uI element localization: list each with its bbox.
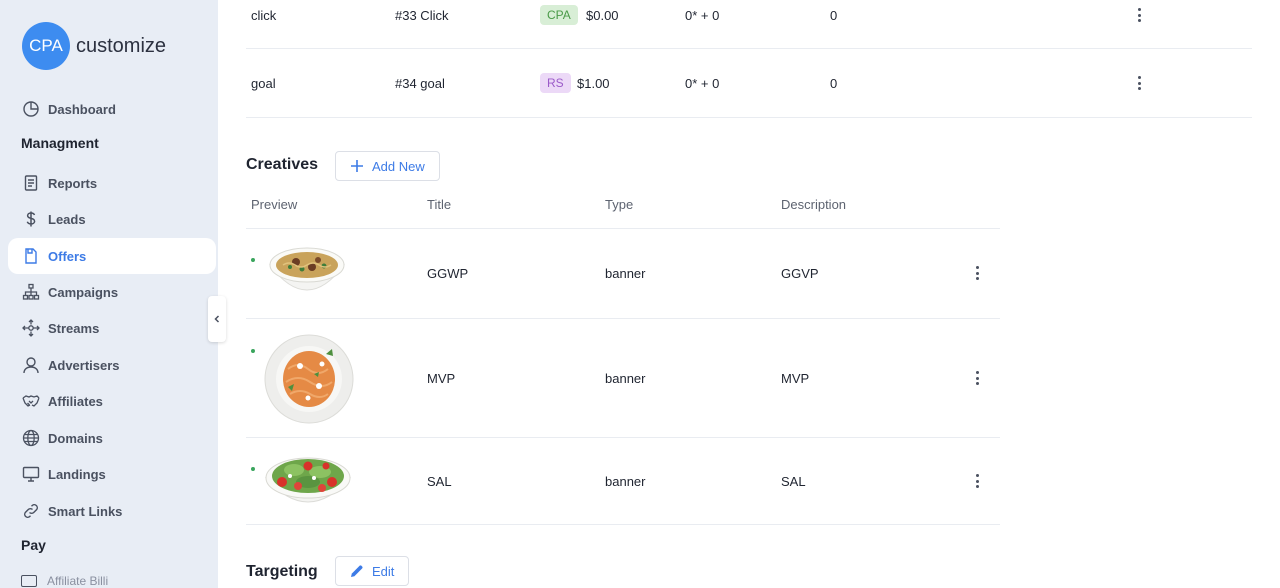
globe-icon: [21, 429, 40, 448]
goal-formula: 0* + 0: [685, 8, 720, 23]
user-icon: [21, 356, 40, 375]
sidebar-item-label: Advertisers: [48, 357, 120, 373]
creative-title: SAL: [427, 474, 452, 489]
sidebar-item-affiliate-billing[interactable]: Affiliate Billi: [21, 574, 108, 588]
pie-chart-icon: [21, 100, 40, 119]
add-new-label: Add New: [372, 158, 425, 174]
sidebar-item-streams[interactable]: Streams: [8, 310, 216, 346]
creatives-title: Creatives: [246, 156, 319, 173]
goal-formula: 0* + 0: [685, 76, 720, 91]
offer-doc-icon: [21, 247, 40, 266]
sidebar-item-landings[interactable]: Landings: [8, 456, 216, 492]
creative-description: MVP: [781, 371, 810, 386]
column-header-description: Description: [781, 197, 847, 212]
goal-type-badge: CPA: [540, 5, 578, 25]
sidebar-item-label: Affiliates: [48, 393, 103, 409]
billing-icon: [21, 575, 37, 587]
section-management: Managment: [21, 135, 99, 151]
sidebar-item-advertisers[interactable]: Advertisers: [8, 347, 216, 383]
creative-type: banner: [605, 474, 646, 489]
creative-description: GGVP: [781, 266, 819, 281]
divider: [246, 228, 1000, 229]
goal-id: #34 goal: [395, 76, 445, 91]
logo-badge: CPA: [22, 22, 70, 70]
goal-count: 0: [830, 8, 838, 23]
salad-bowl-image: [264, 457, 352, 503]
sidebar-item-label: Smart Links: [48, 503, 123, 519]
edit-label: Edit: [372, 563, 395, 579]
add-new-creative-button[interactable]: Add New: [335, 151, 440, 181]
sidebar-item-label: Campaigns: [48, 284, 119, 300]
report-icon: [21, 174, 40, 193]
sidebar-item-label: Affiliate Billi: [47, 574, 109, 588]
goal-name: goal: [251, 76, 276, 91]
pasta-plate-image: [264, 334, 354, 424]
divider: [246, 437, 1000, 438]
sidebar-item-offers[interactable]: Offers: [8, 238, 216, 274]
collapse-sidebar-button[interactable]: [208, 296, 226, 342]
sidebar: CPA customize Dashboard Managment Report…: [0, 0, 218, 588]
row-menu-icon[interactable]: [1132, 6, 1146, 24]
sidebar-item-label: Streams: [48, 320, 100, 336]
sidebar-item-domains[interactable]: Domains: [8, 420, 216, 456]
creative-description: SAL: [781, 474, 806, 489]
dollar-icon: [21, 210, 40, 229]
row-menu-icon[interactable]: [970, 264, 984, 282]
link-icon: [21, 502, 40, 521]
sidebar-item-label: Offers: [48, 248, 87, 264]
creative-title: MVP: [427, 371, 456, 386]
goal-id: #33 Click: [395, 8, 449, 23]
logo-text: customize: [76, 34, 167, 57]
handshake-icon: [21, 392, 40, 411]
column-header-title: Title: [427, 197, 452, 212]
plus-icon: [351, 160, 363, 172]
divider: [246, 524, 1000, 525]
noodle-bowl-image: [269, 247, 345, 291]
sidebar-item-label: Leads: [48, 211, 86, 227]
row-menu-icon[interactable]: [1132, 74, 1146, 92]
column-header-preview: Preview: [251, 197, 298, 212]
logo[interactable]: CPA customize: [22, 22, 166, 70]
app: CPA customize Dashboard Managment Report…: [0, 0, 1280, 588]
goal-count: 0: [830, 76, 838, 91]
pencil-icon: [351, 565, 363, 577]
chevron-left-icon: [214, 315, 220, 323]
divider: [246, 117, 1252, 118]
sidebar-item-smart-links[interactable]: Smart Links: [8, 493, 216, 529]
streams-icon: [21, 319, 40, 338]
hierarchy-icon: [21, 283, 40, 302]
creative-type: banner: [605, 266, 646, 281]
divider: [246, 318, 1000, 319]
status-dot: [251, 349, 255, 353]
row-menu-icon[interactable]: [970, 472, 984, 490]
column-header-type: Type: [605, 197, 634, 212]
edit-targeting-button[interactable]: Edit: [335, 556, 410, 586]
sidebar-item-dashboard[interactable]: Dashboard: [8, 91, 216, 127]
sidebar-item-reports[interactable]: Reports: [8, 165, 216, 201]
sidebar-item-leads[interactable]: Leads: [8, 201, 216, 237]
row-menu-icon[interactable]: [970, 369, 984, 387]
section-pay: Pay: [21, 537, 46, 553]
sidebar-item-label: Landings: [48, 466, 106, 482]
status-dot: [251, 258, 255, 262]
goal-price: $0.00: [586, 8, 619, 23]
goal-type-badge: RS: [540, 73, 571, 93]
targeting-title: Targeting: [246, 563, 318, 580]
status-dot: [251, 467, 255, 471]
goal-price: $1.00: [577, 76, 610, 91]
main-content: click #33 Click CPA $0.00 0* + 0 0 goal …: [246, 0, 1256, 588]
creative-type: banner: [605, 371, 646, 386]
sidebar-item-label: Domains: [48, 430, 103, 446]
sidebar-item-affiliates[interactable]: Affiliates: [8, 383, 216, 419]
monitor-icon: [21, 465, 40, 484]
creative-title: GGWP: [427, 266, 469, 281]
sidebar-item-label: Reports: [48, 175, 98, 191]
goal-name: click: [251, 8, 277, 23]
sidebar-item-campaigns[interactable]: Campaigns: [8, 274, 216, 310]
sidebar-item-label: Dashboard: [48, 101, 116, 117]
divider: [246, 48, 1252, 49]
